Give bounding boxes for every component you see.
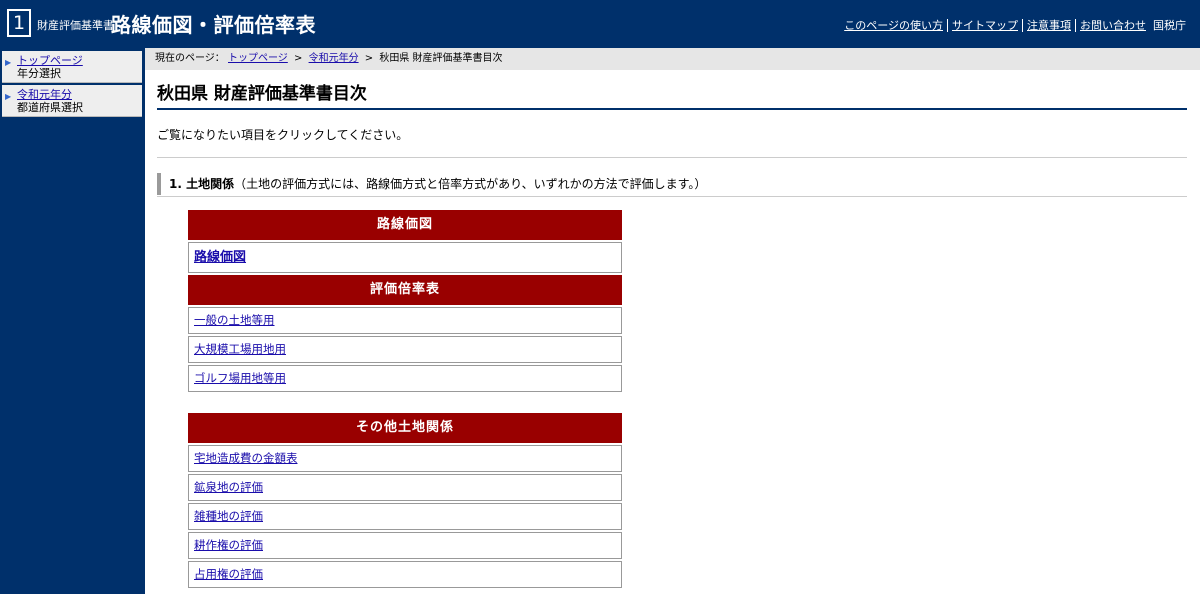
page-title: 秋田県 財産評価基準書目次 xyxy=(157,79,1187,110)
table-baisu: 評価倍率表 一般の土地等用 大規模工場用地用 ゴルフ場用地等用 xyxy=(188,275,622,394)
section-title: 1. 土地関係 xyxy=(169,177,235,191)
large-factory-land-link[interactable]: 大規模工場用地用 xyxy=(194,342,286,356)
table-header: 路線価図 xyxy=(188,210,622,240)
table-row: 鉱泉地の評価 xyxy=(188,474,622,501)
rosenka-map-link[interactable]: 路線価図 xyxy=(194,250,246,265)
table-row: 雑種地の評価 xyxy=(188,503,622,530)
table-row: 大規模工場用地用 xyxy=(188,336,622,363)
table-row: 耕作権の評価 xyxy=(188,532,622,559)
nav-how-to-use-link[interactable]: このページの使い方 xyxy=(844,17,943,33)
general-land-link[interactable]: 一般の土地等用 xyxy=(194,313,275,327)
table-other-land: その他土地関係 宅地造成費の金額表 鉱泉地の評価 雑種地の評価 耕作権の評価 占… xyxy=(188,413,622,590)
logo-number-icon: 1 xyxy=(7,9,31,37)
breadcrumb-current: 秋田県 財産評価基準書目次 xyxy=(379,53,503,64)
nav-separator xyxy=(1075,18,1076,32)
nav-sitemap-link[interactable]: サイトマップ xyxy=(952,17,1018,33)
table-header: その他土地関係 xyxy=(188,413,622,443)
breadcrumb-separator: > xyxy=(364,53,374,64)
tenancy-right-link[interactable]: 耕作権の評価 xyxy=(194,538,263,552)
table-rosenka: 路線価図 路線価図 xyxy=(188,210,622,275)
mineral-spring-land-link[interactable]: 鉱泉地の評価 xyxy=(194,480,263,494)
nav-separator xyxy=(1022,18,1023,32)
nav-contact-link[interactable]: お問い合わせ xyxy=(1080,17,1146,33)
table-header: 評価倍率表 xyxy=(188,275,622,305)
intro-text: ご覧になりたい項目をクリックしてください。 xyxy=(157,128,409,142)
divider xyxy=(157,196,1187,197)
sidebar-item-year: ▶ 令和元年分 都道府県選択 xyxy=(2,85,142,117)
land-development-cost-link[interactable]: 宅地造成費の金額表 xyxy=(194,451,298,465)
section-note: （土地の評価方式には、路線価方式と倍率方式があり、いずれかの方法で評価します。） xyxy=(234,177,707,191)
nav-notes-link[interactable]: 注意事項 xyxy=(1027,17,1071,33)
table-row: ゴルフ場用地等用 xyxy=(188,365,622,392)
org-name[interactable]: 国税庁 xyxy=(1153,17,1186,33)
golf-course-land-link[interactable]: ゴルフ場用地等用 xyxy=(194,371,286,385)
misc-land-link[interactable]: 雑種地の評価 xyxy=(194,509,263,523)
sidebar-top-sub: 年分選択 xyxy=(17,67,61,80)
table-row: 路線価図 xyxy=(188,242,622,273)
logo-subtitle: 財産評価基準書 xyxy=(37,19,114,32)
breadcrumb: 現在のページ： トップページ > 令和元年分 > 秋田県 財産評価基準書目次 xyxy=(145,48,1200,70)
table-row: 一般の土地等用 xyxy=(188,307,622,334)
occupancy-right-link[interactable]: 占用権の評価 xyxy=(194,567,263,581)
breadcrumb-prefix: 現在のページ： xyxy=(155,53,225,64)
breadcrumb-separator: > xyxy=(294,53,303,64)
triangle-right-icon: ▶ xyxy=(5,58,12,67)
sidebar-year-link[interactable]: 令和元年分 xyxy=(17,88,142,101)
table-row: 宅地造成費の金額表 xyxy=(188,445,622,472)
sidebar-year-sub: 都道府県選択 xyxy=(17,101,83,114)
site-header: 1 財産評価基準書 路線価図・評価倍率表 このページの使い方 サイトマップ 注意… xyxy=(0,0,1200,48)
triangle-right-icon: ▶ xyxy=(5,92,12,101)
breadcrumb-year-link[interactable]: 令和元年分 xyxy=(309,53,359,64)
sidebar-item-top: ▶ トップページ 年分選択 xyxy=(2,51,142,83)
nav-separator xyxy=(947,18,948,32)
breadcrumb-top-link[interactable]: トップページ xyxy=(228,53,288,64)
table-row: 占用権の評価 xyxy=(188,561,622,588)
divider xyxy=(157,157,1187,158)
sidebar: ▶ トップページ 年分選択 ▶ 令和元年分 都道府県選択 xyxy=(0,48,145,594)
section-heading-land: 1. 土地関係（土地の評価方式には、路線価方式と倍率方式があり、いずれかの方法で… xyxy=(157,173,706,195)
header-nav: このページの使い方 サイトマップ 注意事項 お問い合わせ 国税庁 xyxy=(844,17,1186,33)
site-title[interactable]: 路線価図・評価倍率表 xyxy=(111,9,316,38)
sidebar-top-link[interactable]: トップページ xyxy=(17,54,142,67)
